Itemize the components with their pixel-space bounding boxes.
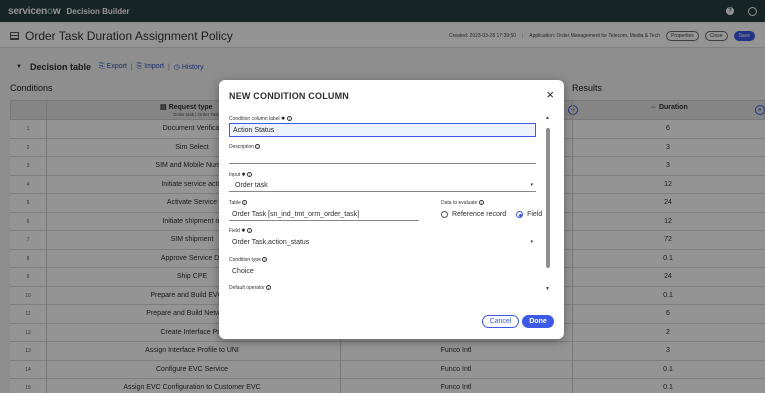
info-icon: i (266, 285, 272, 291)
radio-reference-record-label: Reference record (452, 211, 507, 218)
table-label: Table i (229, 200, 248, 206)
chevron-down-icon: ▾ (530, 239, 533, 245)
input-select[interactable]: Order task ▾ (229, 180, 536, 192)
info-icon: i (262, 257, 268, 263)
info-icon: i (286, 116, 292, 122)
scroll-down-icon[interactable]: ▼ (545, 286, 550, 292)
description-label: Description i (229, 144, 261, 150)
description-input[interactable] (229, 152, 536, 164)
condition-column-label-label: Condition column label ✱ i (229, 116, 292, 122)
radio-field-label: Field (527, 211, 543, 218)
field-label: Field ✱ i (229, 228, 252, 234)
data-to-evaluate-radios: Reference record Field (441, 211, 542, 218)
data-to-evaluate-label: Data to evaluate i (441, 200, 484, 206)
info-icon: i (247, 172, 253, 178)
info-icon: i (255, 144, 261, 150)
scroll-up-icon[interactable]: ▲ (545, 115, 550, 121)
info-icon: i (478, 200, 484, 206)
radio-reference-record[interactable] (441, 211, 448, 218)
cancel-button[interactable]: Cancel (482, 315, 519, 328)
dialog-scrollbar[interactable]: ▲ ▼ (545, 115, 550, 293)
scroll-thumb[interactable] (546, 128, 550, 268)
field-select[interactable]: Order Task.action_status ▾ (229, 237, 536, 249)
done-button[interactable]: Done (522, 315, 554, 328)
close-icon[interactable]: × (546, 88, 554, 101)
new-condition-column-dialog: NEW CONDITION COLUMN × Condition column … (219, 80, 564, 339)
condition-type-label: Condition type i (229, 257, 268, 263)
input-label: Input ✱ i (229, 172, 253, 178)
chevron-down-icon: ▾ (530, 182, 533, 188)
info-icon: i (242, 200, 248, 206)
info-icon: i (246, 228, 252, 234)
condition-column-label-input[interactable]: Action Status (229, 123, 536, 137)
default-operator-label: Default operator i (229, 285, 272, 291)
radio-field[interactable] (516, 211, 524, 218)
dialog-title: NEW CONDITION COLUMN (229, 91, 349, 101)
condition-type-field[interactable]: Choice (229, 266, 536, 278)
table-field[interactable]: Order Task [sn_ind_tmt_orm_order_task] (229, 209, 419, 221)
